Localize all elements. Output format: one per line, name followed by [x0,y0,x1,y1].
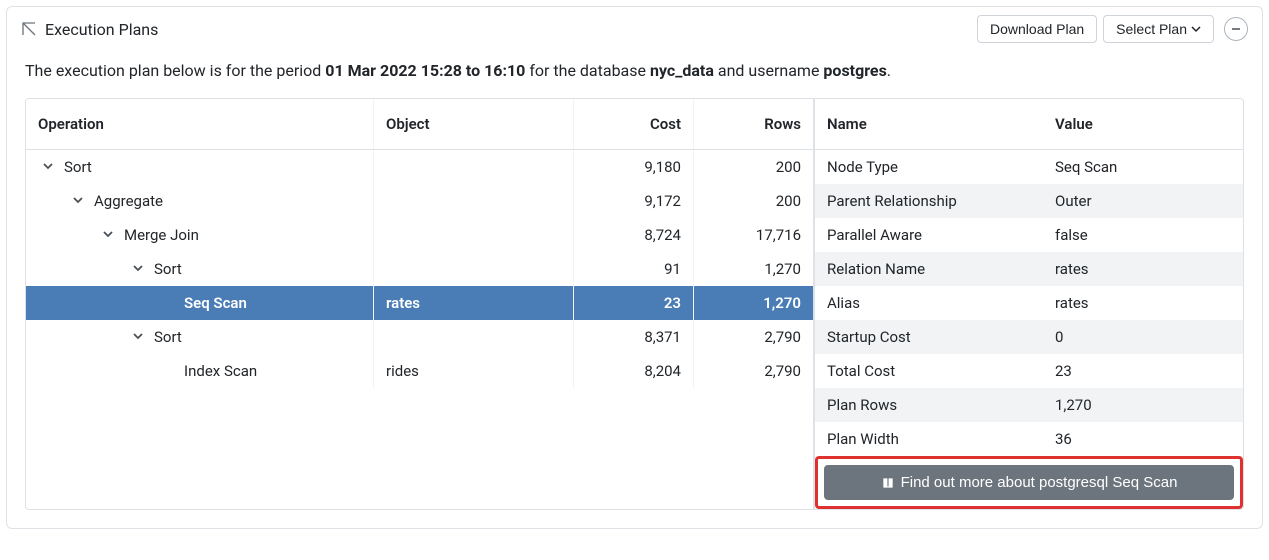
object-cell: rates [373,286,573,320]
cost-cell: 9,180 [573,150,693,184]
plan-content: Operation Object Cost Rows Sort9,180200A… [7,98,1262,528]
col-object: Object [373,99,573,149]
detail-row: Parent RelationshipOuter [815,184,1243,218]
plan-tree-table: Operation Object Cost Rows Sort9,180200A… [25,98,814,510]
plan-table-header: Operation Object Cost Rows [26,99,813,150]
plan-row[interactable]: Sort 9,180200 [26,150,813,184]
rows-cell: 200 [693,150,813,184]
download-plan-label: Download Plan [990,21,1084,37]
detail-row: Total Cost23 [815,354,1243,388]
execution-plans-panel: Execution Plans Download Plan Select Pla… [6,6,1263,529]
plan-row[interactable]: Seq Scan rates231,270 [26,286,813,320]
col-rows: Rows [693,99,813,149]
chevron-down-icon[interactable] [100,226,116,242]
download-plan-button[interactable]: Download Plan [977,15,1097,43]
detail-row: Node TypeSeq Scan [815,150,1243,184]
rows-cell: 200 [693,184,813,218]
caret-down-icon [1191,24,1201,34]
detail-value: rates [1043,286,1243,320]
detail-name: Node Type [815,150,1043,184]
detail-name: Relation Name [815,252,1043,286]
cost-cell: 8,204 [573,354,693,388]
username-text: postgres [823,61,886,80]
plan-row[interactable]: Aggregate 9,172200 [26,184,813,218]
minus-icon [1230,23,1242,35]
rows-cell: 1,270 [693,252,813,286]
detail-name: Total Cost [815,354,1043,388]
plan-description: The execution plan below is for the peri… [7,51,1262,98]
object-cell [373,184,573,218]
detail-row: Plan Width36 [815,422,1243,456]
chevron-down-icon[interactable] [130,328,146,344]
cost-cell: 9,172 [573,184,693,218]
operation-name: Seq Scan [184,294,247,312]
rows-cell: 2,790 [693,354,813,388]
cost-cell: 91 [573,252,693,286]
plan-icon [21,21,37,37]
collapse-panel-button[interactable] [1224,17,1248,41]
operation-name: Merge Join [124,226,199,244]
plan-row[interactable]: Index Scan rides8,2042,790 [26,354,813,388]
object-cell: rides [373,354,573,388]
operation-name: Sort [154,328,182,346]
operation-name: Sort [154,260,182,278]
col-value: Value [1043,99,1243,149]
database-name: nyc_data [650,61,714,80]
object-cell [373,218,573,252]
cost-cell: 8,371 [573,320,693,354]
select-plan-dropdown[interactable]: Select Plan [1103,15,1214,43]
find-out-more-button[interactable]: Find out more about postgresql Seq Scan [824,465,1234,500]
col-name: Name [815,99,1043,149]
cost-cell: 23 [573,286,693,320]
period-text: 01 Mar 2022 15:28 to 16:10 [325,61,525,80]
chevron-down-icon[interactable] [70,192,86,208]
find-out-more-label: Find out more about postgresql Seq Scan [901,474,1178,491]
detail-name: Alias [815,286,1043,320]
detail-value: rates [1043,252,1243,286]
detail-value: Outer [1043,184,1243,218]
operation-name: Aggregate [94,192,163,210]
detail-row: Startup Cost0 [815,320,1243,354]
detail-value: 23 [1043,354,1243,388]
detail-value: 1,270 [1043,388,1243,422]
details-header: Name Value [815,99,1243,150]
panel-header: Execution Plans Download Plan Select Pla… [7,7,1262,51]
plan-row[interactable]: Sort 911,270 [26,252,813,286]
plan-table-body: Sort 9,180200 Aggregate 9,172200 Merge Join 8… [26,150,813,388]
book-icon [881,476,895,490]
object-cell [373,150,573,184]
detail-name: Parent Relationship [815,184,1043,218]
detail-name: Parallel Aware [815,218,1043,252]
cost-cell: 8,724 [573,218,693,252]
detail-value: false [1043,218,1243,252]
detail-row: Plan Rows1,270 [815,388,1243,422]
detail-value: 36 [1043,422,1243,456]
detail-row: Relation Namerates [815,252,1243,286]
panel-title: Execution Plans [45,20,158,39]
detail-name: Startup Cost [815,320,1043,354]
detail-row: Parallel Awarefalse [815,218,1243,252]
details-footer-highlight: Find out more about postgresql Seq Scan [815,456,1243,509]
chevron-down-icon[interactable] [40,158,56,174]
detail-value: 0 [1043,320,1243,354]
plan-row[interactable]: Merge Join 8,72417,716 [26,218,813,252]
operation-name: Sort [64,158,92,176]
select-plan-label: Select Plan [1116,21,1187,37]
rows-cell: 1,270 [693,286,813,320]
object-cell [373,320,573,354]
detail-name: Plan Rows [815,388,1043,422]
details-body: Node TypeSeq ScanParent RelationshipOute… [815,150,1243,456]
detail-name: Plan Width [815,422,1043,456]
rows-cell: 17,716 [693,218,813,252]
chevron-down-icon[interactable] [130,260,146,276]
col-cost: Cost [573,99,693,149]
node-details-table: Name Value Node TypeSeq ScanParent Relat… [814,98,1244,510]
object-cell [373,252,573,286]
detail-value: Seq Scan [1043,150,1243,184]
plan-row[interactable]: Sort 8,3712,790 [26,320,813,354]
operation-name: Index Scan [184,362,257,380]
detail-row: Aliasrates [815,286,1243,320]
rows-cell: 2,790 [693,320,813,354]
col-operation: Operation [26,99,373,149]
